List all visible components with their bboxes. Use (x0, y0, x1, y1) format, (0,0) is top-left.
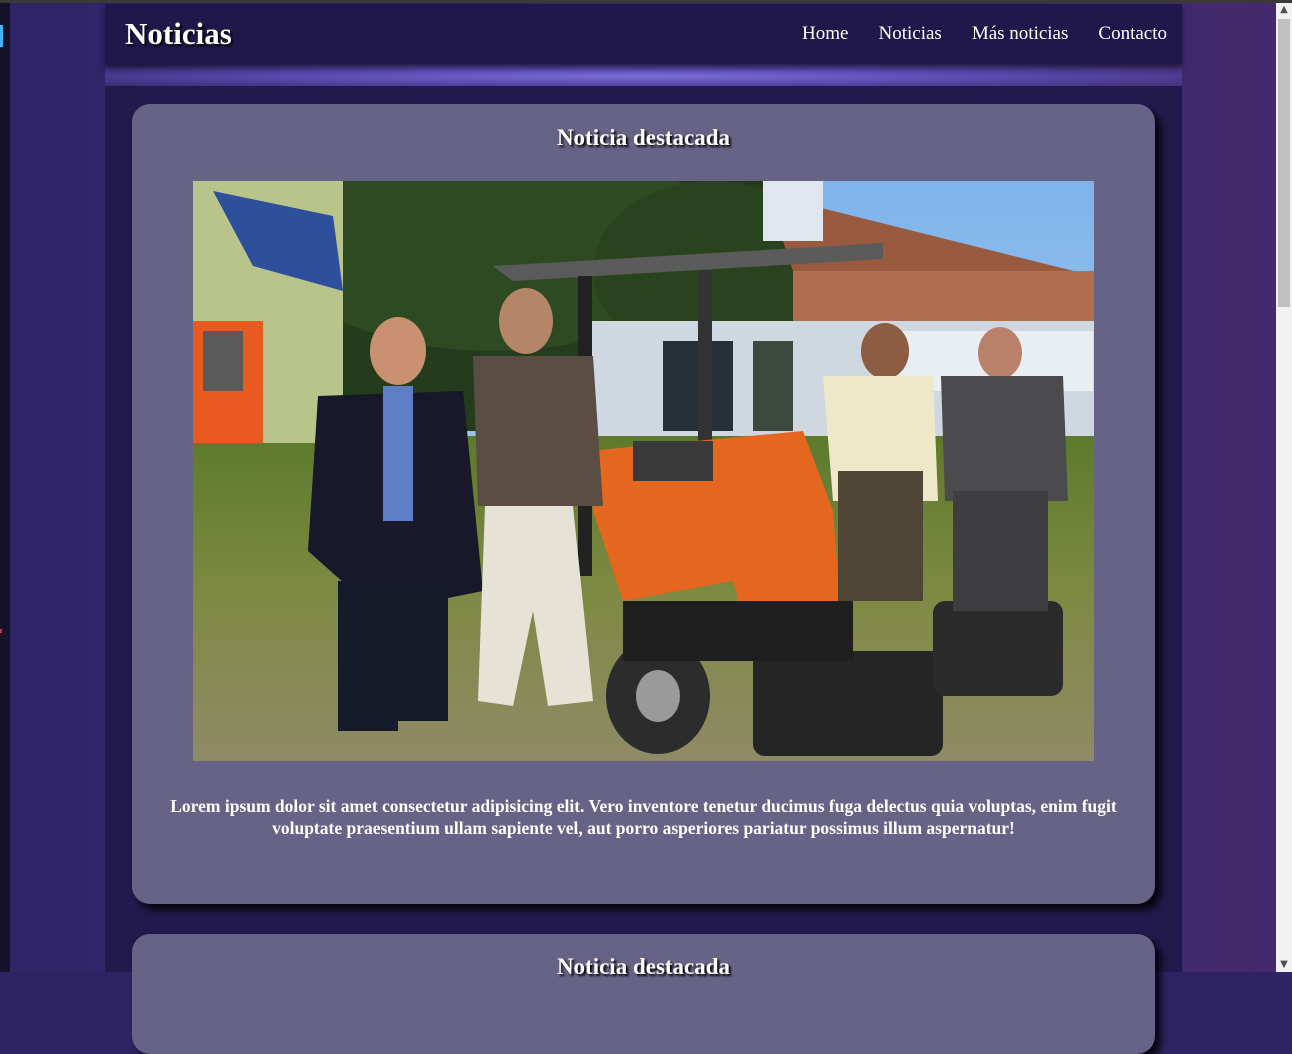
card-title: Noticia destacada (556, 125, 731, 150)
nav-menu: Home Noticias Más noticias Contacto (802, 23, 1167, 45)
scroll-up-icon[interactable]: ▲ (1276, 3, 1292, 17)
navbar: Noticias Home Noticias Más noticias Cont… (105, 4, 1182, 64)
nav-link-home[interactable]: Home (802, 23, 848, 45)
news-photo (193, 181, 1094, 761)
news-content: Noticia destacada Lorem ipsum dolor sit … (105, 86, 1182, 1054)
left-editor-rail (0, 3, 10, 972)
featured-news-card-2: Noticia destacada (132, 934, 1155, 1054)
rail-marker-red (0, 629, 2, 633)
scroll-thumb[interactable] (1278, 19, 1290, 307)
nav-link-noticias[interactable]: Noticias (878, 23, 941, 45)
header-glow (105, 64, 1182, 88)
card-title-2: Noticia destacada (556, 954, 731, 979)
nav-link-mas-noticias[interactable]: Más noticias (972, 23, 1069, 45)
rail-marker (0, 25, 3, 47)
site-brand[interactable]: Noticias (125, 16, 232, 52)
news-summary: Lorem ipsum dolor sit amet consectetur a… (170, 796, 1117, 838)
vertical-scrollbar[interactable]: ▲ ▼ (1276, 3, 1292, 972)
scroll-down-icon[interactable]: ▼ (1276, 958, 1292, 972)
featured-news-card: Noticia destacada Lorem ipsum dolor sit … (132, 104, 1155, 904)
nav-link-contacto[interactable]: Contacto (1098, 23, 1167, 45)
